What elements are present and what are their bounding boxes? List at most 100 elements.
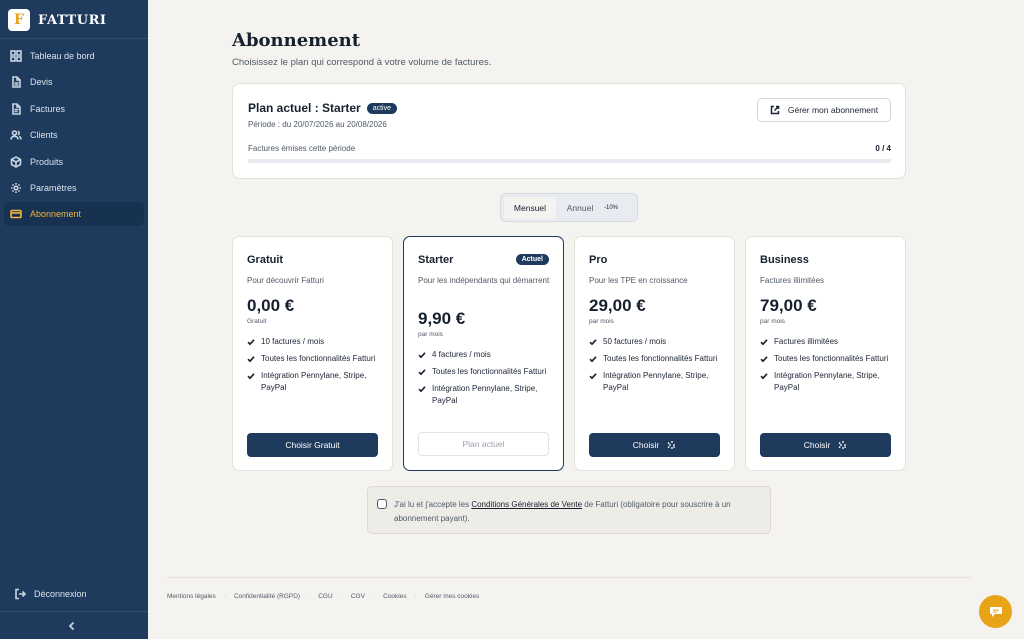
plan-features: Factures illimitées Toutes les fonctionn… [760, 336, 895, 399]
brand[interactable]: F FATTURI [0, 4, 148, 36]
feature-text: Intégration Pennylane, Stripe, PayPal [261, 371, 367, 392]
feature-item: Intégration Pennylane, Stripe, PayPal [247, 370, 382, 394]
current-plan-title: Plan actuel : Starter [248, 101, 361, 115]
footer-divider [167, 577, 971, 578]
logout-icon [14, 588, 26, 600]
sidebar-item-abonnement[interactable]: Abonnement [4, 202, 144, 227]
feature-text: 50 factures / mois [603, 337, 667, 346]
package-icon [10, 155, 22, 168]
choose-gratuit-button[interactable]: Choisir Gratuit [247, 433, 378, 457]
plan-name: Starter [418, 254, 454, 266]
plan-description: Pour les indépendants qui démarrent [418, 276, 550, 285]
usage-label: Factures émises cette période [248, 144, 356, 153]
credit-card-icon [10, 208, 22, 220]
feature-item: Intégration Pennylane, Stripe, PayPal [760, 370, 895, 394]
check-icon [760, 373, 768, 380]
footer-link-mentions[interactable]: Mentions légales [167, 593, 216, 600]
users-icon [10, 129, 22, 141]
feature-text: Intégration Pennylane, Stripe, PayPal [774, 371, 880, 392]
sidebar-item-label: Factures [30, 103, 66, 114]
manage-subscription-label: Gérer mon abonnement [787, 105, 879, 115]
sidebar-item-produits[interactable]: Produits [4, 150, 144, 174]
choose-pro-button[interactable]: Choisir [589, 433, 720, 457]
chevron-left-icon [68, 621, 75, 631]
sidebar-item-label: Clients [30, 130, 58, 141]
check-icon [589, 373, 597, 380]
billing-monthly-option[interactable]: Mensuel [504, 196, 556, 219]
plan-price: 9,90 € [418, 309, 466, 328]
feature-text: Toutes les fonctionnalités Fatturi [432, 367, 547, 376]
cgv-text-before: J'ai lu et j'accepte les [394, 500, 472, 509]
feature-item: 10 factures / mois [247, 336, 382, 348]
footer-link-manage-cookies[interactable]: Gérer mes cookies [425, 593, 480, 600]
logout-label: Déconnexion [34, 589, 87, 599]
check-icon [589, 339, 597, 346]
feature-text: Intégration Pennylane, Stripe, PayPal [432, 384, 538, 405]
check-icon [760, 339, 768, 346]
cgv-link[interactable]: Conditions Générales de Vente [471, 500, 582, 509]
status-badge: active [366, 102, 398, 114]
usage-count: 0 / 4 [875, 144, 891, 153]
footer: Mentions légales · Confidentialité (RGPD… [167, 593, 479, 600]
footer-link-cgv[interactable]: CGV [351, 593, 365, 600]
sidebar-item-dashboard[interactable]: Tableau de bord [4, 44, 144, 68]
plan-price: 79,00 € [760, 296, 817, 315]
button-label: Choisir [632, 440, 660, 450]
button-label: Choisir [803, 440, 831, 450]
current-plan-title-row: Plan actuel : Starter active [248, 101, 398, 115]
plan-price-period: Gratuit [247, 318, 267, 325]
sidebar-item-factures[interactable]: Factures [4, 97, 144, 121]
page-subtitle: Choisissez le plan qui correspond à votr… [232, 57, 492, 68]
feature-item: 4 factures / mois [418, 349, 553, 361]
footer-separator: · [340, 593, 343, 600]
plan-description: Factures illimitées [760, 276, 825, 285]
cgv-checkbox[interactable] [377, 499, 387, 509]
feature-text: 4 factures / mois [432, 350, 491, 359]
sidebar-item-parametres[interactable]: Paramètres [4, 176, 144, 200]
logout-button[interactable]: Déconnexion [8, 582, 148, 606]
feature-text: Toutes les fonctionnalités Fatturi [603, 354, 718, 363]
main-content: Abonnement Choisissez le plan qui corres… [148, 0, 1024, 639]
feature-item: Toutes les fonctionnalités Fatturi [247, 353, 382, 365]
plan-card-gratuit: Gratuit Pour découvrir Fatturi 0,00 € Gr… [232, 236, 393, 471]
manage-subscription-button[interactable]: Gérer mon abonnement [757, 98, 891, 122]
footer-link-confidentialite[interactable]: Confidentialité (RGPD) [234, 593, 300, 600]
plan-description: Pour découvrir Fatturi [247, 276, 324, 285]
plan-period: Période : du 20/07/2026 au 20/08/2026 [248, 120, 387, 129]
sidebar-item-label: Devis [30, 77, 53, 88]
plan-price: 29,00 € [589, 296, 646, 315]
app-name: FATTURI [38, 12, 107, 28]
feature-text: Toutes les fonctionnalités Fatturi [261, 354, 376, 363]
plan-description: Pour les TPE en croissance [589, 276, 688, 285]
plan-features: 4 factures / mois Toutes les fonctionnal… [418, 349, 553, 412]
footer-link-cgu[interactable]: CGU [318, 593, 332, 600]
feature-text: 10 factures / mois [261, 337, 325, 346]
footer-link-cookies[interactable]: Cookies [383, 593, 406, 600]
sidebar-item-devis[interactable]: Devis [4, 70, 144, 94]
external-link-icon [770, 105, 780, 115]
feature-item: Intégration Pennylane, Stripe, PayPal [589, 370, 724, 394]
check-icon [247, 373, 255, 380]
sidebar-item-label: Abonnement [30, 209, 82, 220]
plan-card-business: Business Factures illimitées 79,00 € par… [745, 236, 906, 471]
choose-business-button[interactable]: Choisir [760, 433, 891, 457]
sidebar-item-label: Paramètres [30, 182, 77, 193]
invoice-icon [10, 102, 22, 115]
current-plan-button: Plan actuel [418, 432, 549, 456]
footer-separator: · [372, 593, 376, 600]
feature-item: 50 factures / mois [589, 336, 724, 348]
check-icon [589, 356, 597, 363]
feature-item: Toutes les fonctionnalités Fatturi [760, 353, 895, 365]
check-icon [247, 339, 255, 346]
plan-name: Gratuit [247, 254, 284, 266]
collapse-sidebar-button[interactable] [64, 618, 80, 634]
check-icon [418, 352, 426, 359]
billing-annual-option[interactable]: Annuel [558, 197, 602, 219]
chat-button[interactable] [979, 595, 1012, 628]
sidebar-item-label: Tableau de bord [30, 51, 95, 61]
sidebar-item-clients[interactable]: Clients [4, 123, 144, 147]
gear-icon [10, 182, 22, 194]
feature-text: Factures illimitées [774, 337, 839, 346]
current-plan-badge: Actuel [515, 254, 549, 265]
annual-discount-badge: -10% [604, 204, 619, 211]
